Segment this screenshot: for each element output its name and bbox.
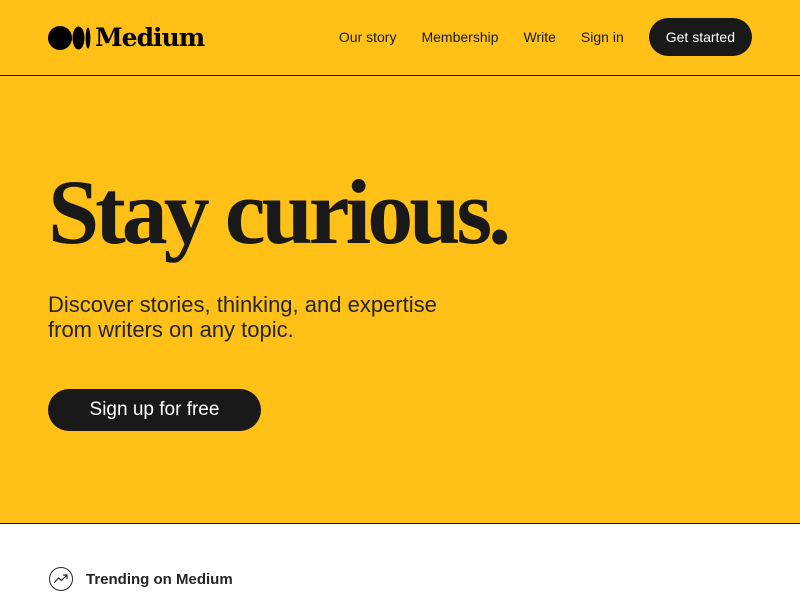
nav-our-story[interactable]: Our story: [339, 27, 397, 47]
nav-write[interactable]: Write: [524, 27, 556, 47]
get-started-button[interactable]: Get started: [648, 18, 752, 56]
logo-wordmark: Medium: [95, 23, 205, 52]
trending-up-icon: [49, 567, 73, 591]
trending-header: Trending on Medium: [48, 566, 233, 592]
trending-label: Trending on Medium: [86, 570, 233, 588]
medium-logo-icon: [48, 26, 91, 50]
sign-up-button[interactable]: Sign up for free: [48, 389, 261, 431]
hero-title: Stay curious.: [48, 161, 511, 263]
nav-sign-in[interactable]: Sign in: [581, 27, 624, 47]
hero-section: Stay curious. Discover stories, thinking…: [0, 76, 800, 524]
nav-membership[interactable]: Membership: [421, 27, 498, 47]
main-nav: Our story Membership Write Sign in Get s…: [339, 18, 752, 56]
top-navbar: Medium Our story Membership Write Sign i…: [0, 0, 800, 76]
medium-logo[interactable]: Medium: [48, 23, 205, 52]
hero-subtitle: Discover stories, thinking, and expertis…: [48, 292, 437, 342]
